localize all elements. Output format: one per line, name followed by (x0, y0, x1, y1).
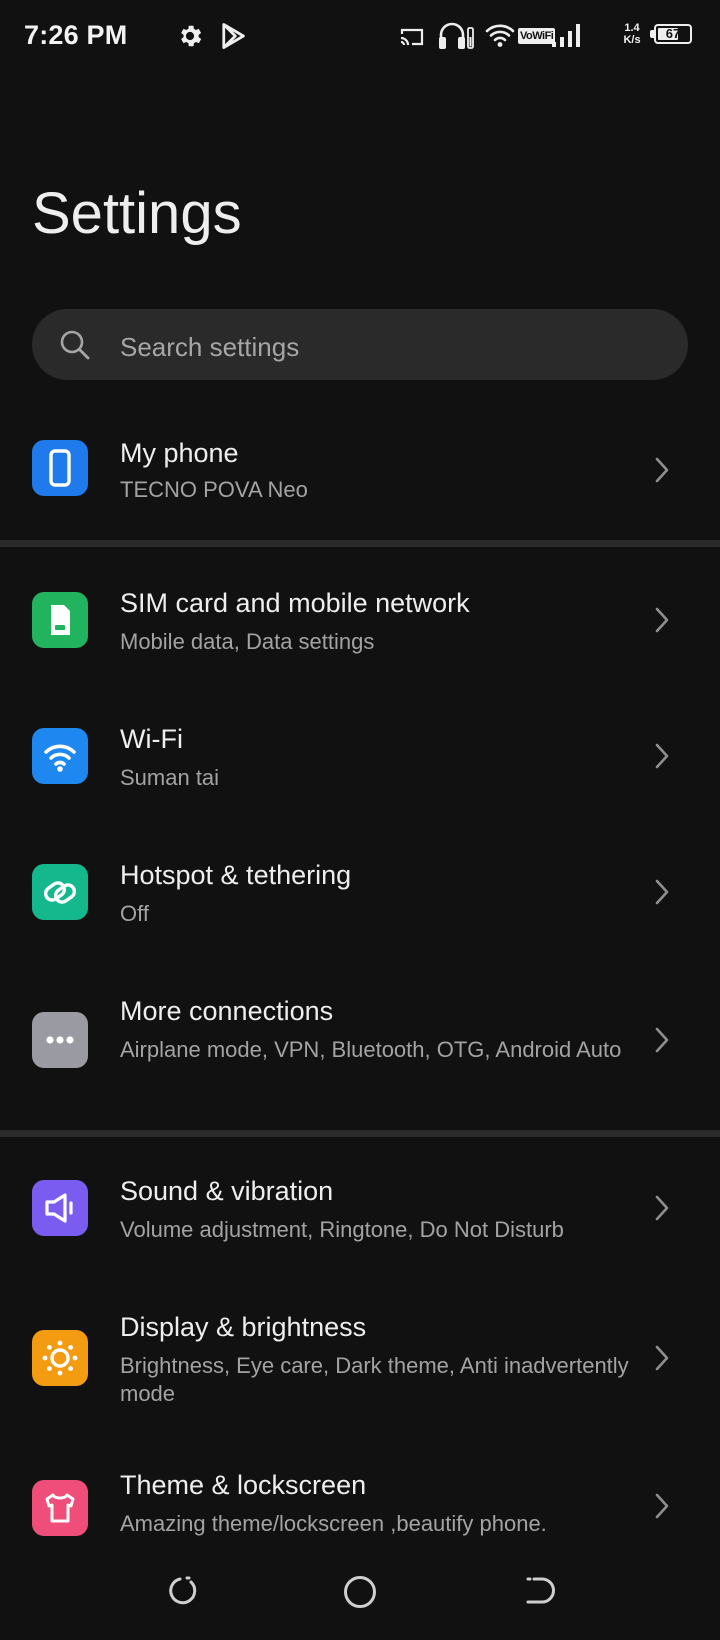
home-icon[interactable] (342, 1574, 378, 1610)
status-time: 7:26 PM (24, 20, 128, 50)
sun-icon (32, 1330, 88, 1386)
speaker-icon (32, 1180, 88, 1236)
settings-item-more-connections[interactable]: More connections Airplane mode, VPN, Blu… (0, 984, 720, 1094)
search-placeholder: Search settings (120, 332, 300, 362)
play-store-icon (222, 23, 245, 49)
chevron-right-icon (655, 879, 669, 905)
settings-item-sim-card[interactable]: SIM card and mobile network Mobile data,… (0, 576, 720, 686)
recents-icon[interactable] (163, 1574, 197, 1608)
section-divider (0, 540, 720, 547)
settings-item-title: SIM card and mobile network (120, 588, 470, 618)
chevron-right-icon (655, 743, 669, 769)
settings-item-my-phone[interactable]: My phone TECNO POVA Neo (0, 420, 720, 520)
chevron-right-icon (655, 1493, 669, 1519)
settings-item-theme[interactable]: Theme & lockscreen Amazing theme/lockscr… (0, 1462, 720, 1562)
settings-item-subtitle: Brightness, Eye care, Dark theme, Anti i… (120, 1353, 629, 1406)
battery-percent: 67 (665, 26, 681, 41)
vowifi-label: VoWiFi (520, 30, 554, 42)
chevron-right-icon (655, 1345, 669, 1371)
hotspot-icon (32, 864, 88, 920)
settings-item-title: Theme & lockscreen (120, 1470, 367, 1500)
speed-unit: K/s (623, 34, 641, 46)
vowifi-icon: VoWiFi (518, 28, 556, 44)
settings-item-subtitle: TECNO POVA Neo (120, 477, 308, 502)
settings-item-title: Wi-Fi (120, 724, 183, 754)
status-bar: 7:26 PM VoWiFi 1.4 K/s 67 (0, 0, 720, 72)
speed-value: 1.4 (624, 22, 640, 34)
settings-item-title: Display & brightness (120, 1312, 367, 1342)
settings-item-subtitle: Amazing theme/lockscreen ,beautify phone… (120, 1511, 547, 1536)
settings-item-wifi[interactable]: Wi-Fi Suman tai (0, 712, 720, 822)
phone-icon (32, 440, 88, 496)
cast-icon (400, 28, 424, 46)
settings-item-subtitle: Volume adjustment, Ringtone, Do Not Dist… (120, 1217, 564, 1242)
settings-item-subtitle: Mobile data, Data settings (120, 629, 375, 654)
settings-item-title: Hotspot & tethering (120, 860, 352, 890)
chevron-right-icon (655, 457, 669, 483)
settings-item-title: More connections (120, 996, 334, 1026)
settings-item-hotspot[interactable]: Hotspot & tethering Off (0, 848, 720, 958)
back-icon[interactable] (522, 1574, 558, 1608)
navigation-bar (0, 1560, 720, 1640)
settings-item-subtitle: Suman tai (120, 765, 220, 790)
signal-icon (552, 24, 580, 47)
search-icon (60, 330, 90, 360)
gear-icon (181, 25, 202, 47)
more-dots-icon (32, 1012, 88, 1068)
chevron-right-icon (655, 607, 669, 633)
tshirt-icon (32, 1480, 88, 1536)
sim-card-icon (32, 592, 88, 648)
wifi-icon (485, 24, 515, 47)
section-divider (0, 1130, 720, 1137)
chevron-right-icon (655, 1027, 669, 1053)
page-title: Settings (32, 181, 242, 246)
settings-item-title: My phone (120, 438, 239, 468)
headset-icon (439, 22, 474, 49)
settings-item-display[interactable]: Display & brightness Brightness, Eye car… (0, 1300, 720, 1430)
settings-item-subtitle: Off (120, 901, 149, 926)
settings-item-title: Sound & vibration (120, 1176, 334, 1206)
network-speed: 1.4 K/s (618, 22, 646, 46)
battery-indicator: 67 (650, 24, 694, 46)
settings-item-sound[interactable]: Sound & vibration Volume adjustment, Rin… (0, 1164, 720, 1274)
settings-item-subtitle: Airplane mode, VPN, Bluetooth, OTG, Andr… (120, 1037, 622, 1062)
chevron-right-icon (655, 1195, 669, 1221)
search-input[interactable]: Search settings (32, 309, 688, 380)
wifi-icon (32, 728, 88, 784)
